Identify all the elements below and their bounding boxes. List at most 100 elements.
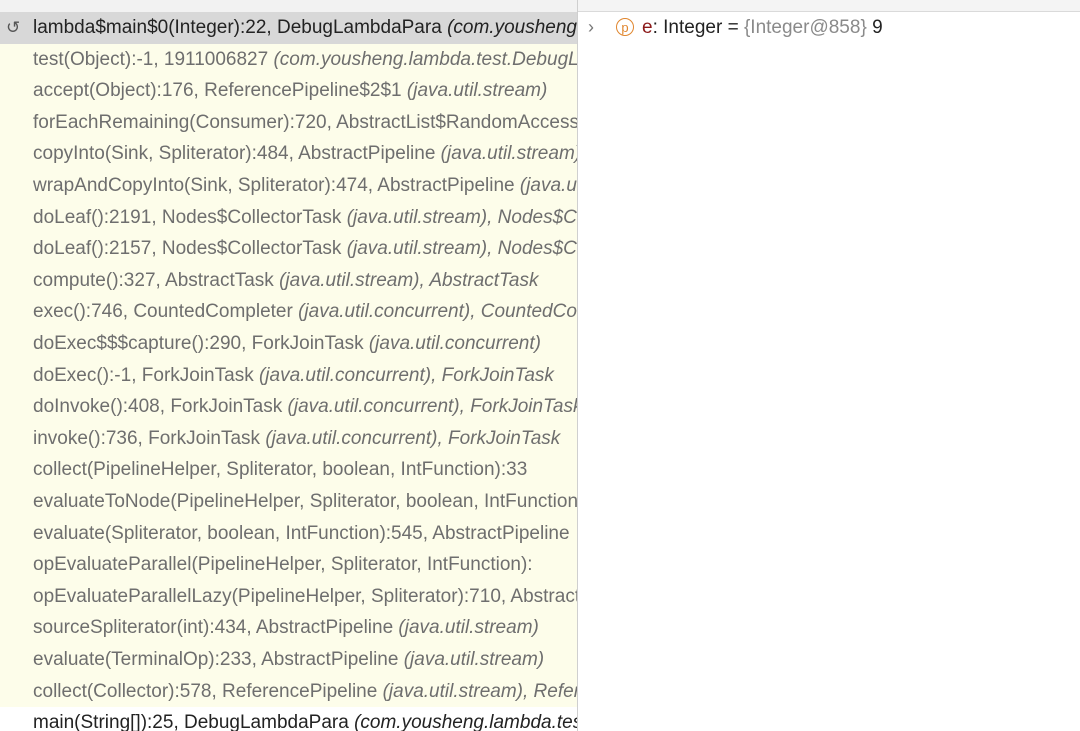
parameter-badge-icon: p xyxy=(616,18,634,36)
frame-text: evaluate(TerminalOp):233, AbstractPipeli… xyxy=(33,644,544,676)
frame-class: AbstractPipeline xyxy=(298,143,441,165)
frame-row[interactable]: opEvaluateParallelLazy(PipelineHelper, S… xyxy=(0,580,577,613)
frame-class: AbstractPipeline xyxy=(255,617,399,639)
frame-method: doLeaf():2157, xyxy=(33,238,162,260)
frame-package: (java.util.concurrent) xyxy=(368,333,541,354)
frame-class: AbstractList$RandomAccessSpliterator xyxy=(336,111,577,133)
variable-eq: = xyxy=(722,17,744,38)
frame-package: (java.util.concurrent), ForkJoinTask xyxy=(287,396,577,418)
frame-method: sourceSpliterator(int):434, xyxy=(33,617,256,639)
variable-ref: {Integer@858} xyxy=(743,17,867,38)
frame-row[interactable]: doInvoke():408, ForkJoinTask (java.util.… xyxy=(0,391,577,423)
frame-class: DebugLambdaPara xyxy=(276,17,448,38)
frame-class: ForkJoinTask xyxy=(251,333,369,354)
variable-row[interactable]: › p e: Integer = {Integer@858} 9 xyxy=(578,12,1080,43)
frame-row[interactable]: invoke():736, ForkJoinTask (java.util.co… xyxy=(0,422,577,455)
frame-row-current[interactable]: ↺ lambda$main$0(Integer):22, DebugLambdaP… xyxy=(0,12,577,44)
frame-class: Nodes$CollectorTask xyxy=(161,238,347,260)
frame-row[interactable]: opEvaluateParallel(PipelineHelper, Split… xyxy=(0,549,577,581)
frame-row[interactable]: collect(Collector):578, ReferencePipelin… xyxy=(0,675,577,708)
frame-text: evaluateToNode(PipelineHelper, Spliterat… xyxy=(33,486,577,518)
frame-class: ForkJoinTask xyxy=(148,427,266,449)
variables-toolbar xyxy=(578,0,1080,12)
frame-package: (java.util.stream) xyxy=(440,143,577,165)
frame-package: (java.util.stream) xyxy=(519,175,577,196)
variables-panel: › p e: Integer = {Integer@858} 9 xyxy=(578,0,1080,731)
frame-class: AbstractPipeline xyxy=(377,175,520,196)
frame-row[interactable]: collect(PipelineHelper, Spliterator, boo… xyxy=(0,454,577,486)
frame-row[interactable]: doLeaf():2191, Nodes$CollectorTask (java… xyxy=(0,201,577,234)
frame-text: invoke():736, ForkJoinTask (java.util.co… xyxy=(33,423,560,455)
frame-row[interactable]: evaluate(Spliterator, boolean, IntFuncti… xyxy=(0,517,577,550)
frame-row[interactable]: doExec():-1, ForkJoinTask (java.util.con… xyxy=(0,359,577,392)
frame-row[interactable]: copyInto(Sink, Spliterator):484, Abstrac… xyxy=(0,138,577,170)
frame-package: (java.util.stream), AbstractTask xyxy=(279,269,539,291)
frame-text: sourceSpliterator(int):434, AbstractPipe… xyxy=(33,612,539,644)
frame-class: Nodes$CollectorTask xyxy=(161,206,347,228)
frame-row[interactable]: main(String[]):25, DebugLambdaPara (com.… xyxy=(0,707,577,731)
frame-method: copyInto(Sink, Spliterator):484, xyxy=(33,143,299,165)
frame-text: exec():746, CountedCompleter (java.util.… xyxy=(33,296,577,328)
frame-method: lambda$main$0(Integer):22, xyxy=(33,17,277,38)
frame-method: opEvaluateParallelLazy(PipelineHelper, S… xyxy=(33,585,511,607)
frame-package: (com.yousheng.lambda.test.DebugLambdaPar… xyxy=(447,17,577,38)
frame-package: (com.yousheng.lambda.test) xyxy=(354,712,577,731)
variable-name: e xyxy=(642,17,653,38)
frame-package: (java.util.concurrent), CountedCompleter xyxy=(298,301,577,323)
frame-row[interactable]: exec():746, CountedCompleter (java.util.… xyxy=(0,296,577,328)
frame-method: test(Object):-1, xyxy=(33,48,164,70)
frame-method: compute():327, xyxy=(33,269,166,291)
frame-text: doInvoke():408, ForkJoinTask (java.util.… xyxy=(33,391,577,423)
frame-method: evaluate(TerminalOp):233, xyxy=(33,649,262,670)
frame-package: (java.util.stream) xyxy=(403,649,545,670)
frame-method: collect(Collector):578, xyxy=(33,680,223,702)
frame-row[interactable]: doLeaf():2157, Nodes$CollectorTask (java… xyxy=(0,233,577,265)
frame-row[interactable]: evaluate(TerminalOp):233, AbstractPipeli… xyxy=(0,644,577,676)
frame-class: CountedCompleter xyxy=(133,301,299,323)
frames-panel: ↺ lambda$main$0(Integer):22, DebugLambdaP… xyxy=(0,0,577,731)
frame-class: AbstractPipeline xyxy=(261,649,404,670)
frame-row[interactable]: evaluateToNode(PipelineHelper, Spliterat… xyxy=(0,486,577,518)
frame-method: invoke():736, xyxy=(33,427,149,449)
frame-text: doExec():-1, ForkJoinTask (java.util.con… xyxy=(33,360,554,392)
frame-method: doInvoke():408, xyxy=(33,396,171,418)
frame-class: ReferencePipeline xyxy=(222,680,383,702)
frame-package: (java.util.stream) xyxy=(398,617,539,639)
frame-class: AbstractPipeline xyxy=(510,585,577,607)
frame-class: ForkJoinTask xyxy=(141,364,259,386)
frame-package: (java.util.stream) xyxy=(406,80,548,102)
frame-text: copyInto(Sink, Spliterator):484, Abstrac… xyxy=(33,138,577,170)
frame-text: forEachRemaining(Consumer):720, Abstract… xyxy=(33,107,577,139)
frame-class: AbstractPipeline xyxy=(432,522,570,544)
frame-package: (java.util.stream), ReferencePipeline xyxy=(382,680,577,702)
frame-text: doExec$$$capture():290, ForkJoinTask (ja… xyxy=(33,328,541,360)
frame-method: accept(Object):176, xyxy=(33,80,205,102)
frame-class: AbstractTask xyxy=(165,269,280,291)
frame-text: lambda$main$0(Integer):22, DebugLambdaPa… xyxy=(33,12,577,44)
frame-row[interactable]: sourceSpliterator(int):434, AbstractPipe… xyxy=(0,612,577,644)
frame-method: evaluateToNode(PipelineHelper, Spliterat… xyxy=(33,491,577,512)
frame-row[interactable]: compute():327, AbstractTask (java.util.s… xyxy=(0,264,577,297)
variable-type: Integer xyxy=(663,17,723,38)
frame-class: ForkJoinTask xyxy=(170,396,288,418)
frame-row[interactable]: forEachRemaining(Consumer):720, Abstract… xyxy=(0,106,577,139)
expand-chevron-icon[interactable]: › xyxy=(588,12,594,43)
frame-package: (java.util.stream), Nodes$CollectorTask$… xyxy=(346,206,577,228)
frame-text: compute():327, AbstractTask (java.util.s… xyxy=(33,265,538,297)
frame-row[interactable]: doExec$$$capture():290, ForkJoinTask (ja… xyxy=(0,328,577,360)
frames-top-strip xyxy=(0,0,577,12)
frame-package: (java.util.concurrent), ForkJoinTask xyxy=(258,364,554,386)
frame-row[interactable]: test(Object):-1, 1911006827 (com.youshen… xyxy=(0,43,577,76)
frame-method: opEvaluateParallel(PipelineHelper, Split… xyxy=(33,554,533,576)
frame-text: opEvaluateParallelLazy(PipelineHelper, S… xyxy=(33,581,577,613)
frame-method: wrapAndCopyInto(Sink, Spliterator):474, xyxy=(33,175,378,196)
frame-text: doLeaf():2157, Nodes$CollectorTask (java… xyxy=(33,233,577,265)
frame-row[interactable]: accept(Object):176, ReferencePipeline$2$… xyxy=(0,75,577,107)
frame-package: (com.yousheng.lambda.test.DebugLambdaPar… xyxy=(273,48,577,70)
variable-text: e: Integer = {Integer@858} 9 xyxy=(642,12,883,43)
frame-class: DebugLambdaPara xyxy=(184,712,355,731)
frame-method: forEachRemaining(Consumer):720, xyxy=(33,111,337,133)
frame-method: exec():746, xyxy=(33,301,134,323)
frame-row[interactable]: wrapAndCopyInto(Sink, Spliterator):474, … xyxy=(0,170,577,202)
frame-method: doLeaf():2191, xyxy=(33,206,162,228)
